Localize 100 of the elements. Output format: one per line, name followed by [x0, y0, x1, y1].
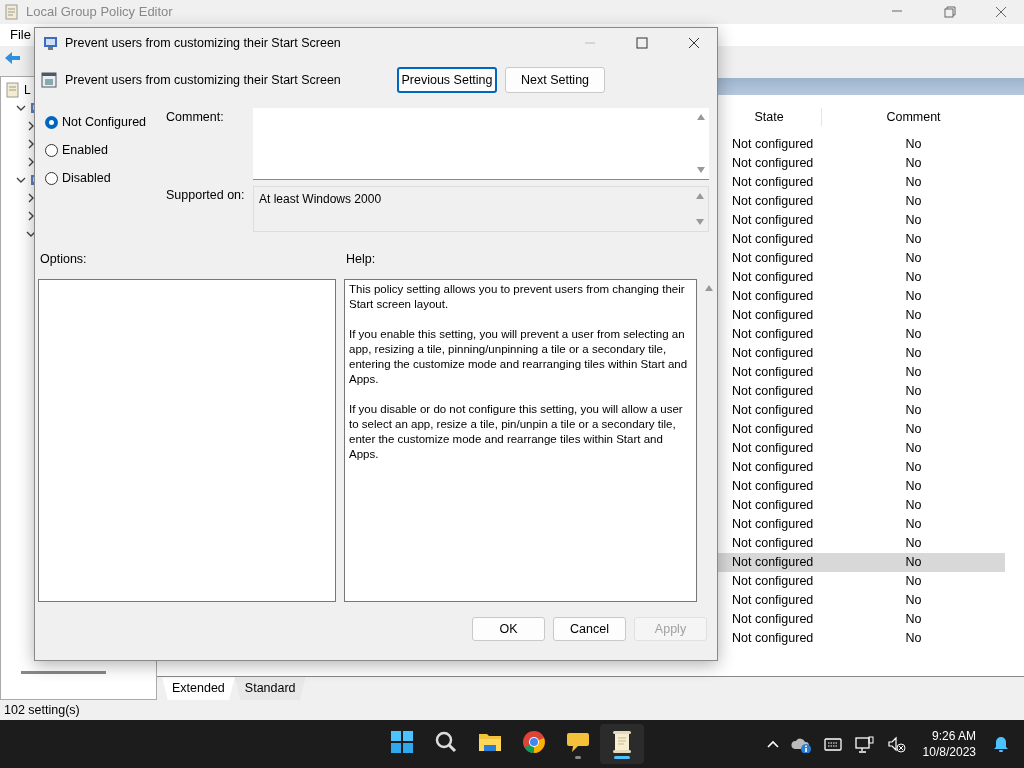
radio-button[interactable]	[45, 171, 58, 185]
table-cell-text: Not configured	[731, 174, 815, 192]
document-icon	[4, 4, 20, 20]
back-button[interactable]	[4, 51, 21, 65]
table-cell-text: No	[904, 155, 923, 173]
table-cell-text: No	[904, 535, 923, 553]
dialog-button[interactable]: Cancel	[553, 617, 626, 641]
table-cell-text: Not configured	[731, 630, 815, 648]
date-text: 10/8/2023	[922, 744, 976, 760]
back-arrow-icon	[4, 51, 21, 65]
menu-item[interactable]: File	[4, 25, 37, 45]
table-cell-text: Not configured	[731, 535, 815, 553]
table-cell-text: Not configured	[731, 573, 815, 591]
nav-button[interactable]: Previous Setting	[397, 67, 497, 93]
scroll-up-icon[interactable]	[697, 114, 705, 120]
table-cell-text: No	[904, 440, 923, 458]
table-cell-text: Not configured	[731, 288, 815, 306]
radio-label: Disabled	[62, 169, 111, 187]
table-cell-text: No	[904, 611, 923, 629]
dialog-button[interactable]: OK	[472, 617, 545, 641]
table-cell-text: Not configured	[731, 383, 815, 401]
taskbar-button[interactable]	[600, 724, 644, 764]
field-value: At least Windows 2000	[259, 192, 382, 206]
table-cell-text: Not configured	[731, 307, 815, 325]
restore-icon	[941, 6, 957, 18]
table-cell-text: Not configured	[731, 326, 815, 344]
comment-field[interactable]	[253, 108, 709, 180]
table-cell-text: No	[904, 516, 923, 534]
table-cell-text: No	[904, 592, 923, 610]
scrollbar[interactable]	[21, 671, 106, 674]
table-cell-text: No	[904, 364, 923, 382]
table-cell-text: Not configured	[731, 250, 815, 268]
table-cell-text: Not configured	[731, 440, 815, 458]
table-cell-text: No	[904, 383, 923, 401]
table-cell-text: Not configured	[731, 497, 815, 515]
time-text: 9:26 AM	[930, 728, 976, 744]
clock[interactable]: 9:26 AM 10/8/2023	[916, 727, 982, 761]
table-cell-text: No	[904, 212, 923, 230]
start-icon	[390, 729, 414, 754]
browser-icon	[522, 729, 546, 754]
table-cell-text: Not configured	[731, 231, 815, 249]
table-cell-text: No	[904, 554, 923, 572]
table-cell-text: No	[904, 136, 923, 154]
table-cell-text: No	[904, 402, 923, 420]
table-cell-text: No	[904, 497, 923, 515]
search-icon	[434, 729, 458, 754]
table-cell-text: Not configured	[731, 269, 815, 287]
table-cell-text: No	[904, 269, 923, 287]
table-cell-text: Not configured	[731, 136, 815, 154]
setting-title: Prevent users from customizing their Start Screen	[64, 71, 342, 89]
table-cell-text: No	[904, 630, 923, 648]
table-cell-text: No	[904, 573, 923, 591]
help-paragraph: If you disable or do not configure this setting, you will allow a user to select an app, resize a tile, pin/unpin a tile or a secondary tile, enter the customize mode and rearrange tiles within Start and Apps.	[349, 402, 684, 462]
column-header[interactable]: Comment	[822, 107, 1005, 127]
table-cell-text: No	[904, 288, 923, 306]
table-cell-text: No	[904, 250, 923, 268]
radio-label: Not Configured	[62, 113, 147, 131]
table-cell-text: No	[904, 421, 923, 439]
table-cell-text: No	[904, 478, 923, 496]
monitor-icon	[854, 735, 875, 753]
radio-label: Enabled	[62, 141, 108, 159]
table-cell-text: No	[904, 307, 923, 325]
bell-icon	[992, 735, 1010, 753]
table-cell-text: Not configured	[731, 402, 815, 420]
sheet-tab[interactable]: Standard	[234, 677, 306, 700]
field-label: Comment:	[166, 109, 225, 126]
table-cell-text: No	[904, 193, 923, 211]
close-icon	[686, 37, 702, 49]
radio-button[interactable]	[45, 115, 58, 129]
radio-button[interactable]	[45, 143, 58, 157]
tree-item[interactable]: L	[24, 81, 31, 99]
chevron-up-icon	[766, 740, 779, 748]
table-cell-text: Not configured	[731, 478, 815, 496]
table-cell-text: Not configured	[731, 193, 815, 211]
policy-icon	[41, 72, 57, 88]
status-text: 102 setting(s)	[3, 701, 81, 719]
window-title: Local Group Policy Editor	[26, 3, 173, 22]
sheet-tab[interactable]: Extended	[162, 677, 235, 700]
nav-button[interactable]: Next Setting	[505, 67, 605, 93]
close-icon	[993, 6, 1009, 18]
table-cell-text: Not configured	[731, 364, 815, 382]
keyboard-icon	[822, 735, 843, 753]
table-cell-text: Not configured	[731, 155, 815, 173]
help-paragraph: If you enable this setting, you will prevent a user from selecting an app, resizing a tile, pinning/unpinning a tile or a secondary tile, entering the customize mode and rearranging tiles within Start and Apps.	[349, 327, 689, 387]
scroll-down-icon[interactable]	[697, 167, 705, 173]
speaker-muted-icon	[886, 735, 907, 753]
table-cell-text: Not configured	[731, 554, 815, 572]
table-cell-text: Not configured	[731, 421, 815, 439]
field-label: Supported on:	[166, 187, 246, 204]
tray-button[interactable]	[852, 733, 877, 755]
table-cell-text: Not configured	[731, 459, 815, 477]
table-cell-text: Not configured	[731, 611, 815, 629]
scroll-icon	[610, 729, 634, 754]
table-cell-text: Not configured	[731, 212, 815, 230]
document-icon	[5, 82, 21, 98]
section-label: Options:	[40, 251, 88, 268]
dialog-title: Prevent users from customizing their Start Screen	[65, 34, 341, 52]
table-cell-text: No	[904, 231, 923, 249]
section-label: Help:	[346, 251, 376, 268]
table-row[interactable]: Not configured No	[717, 553, 1005, 572]
